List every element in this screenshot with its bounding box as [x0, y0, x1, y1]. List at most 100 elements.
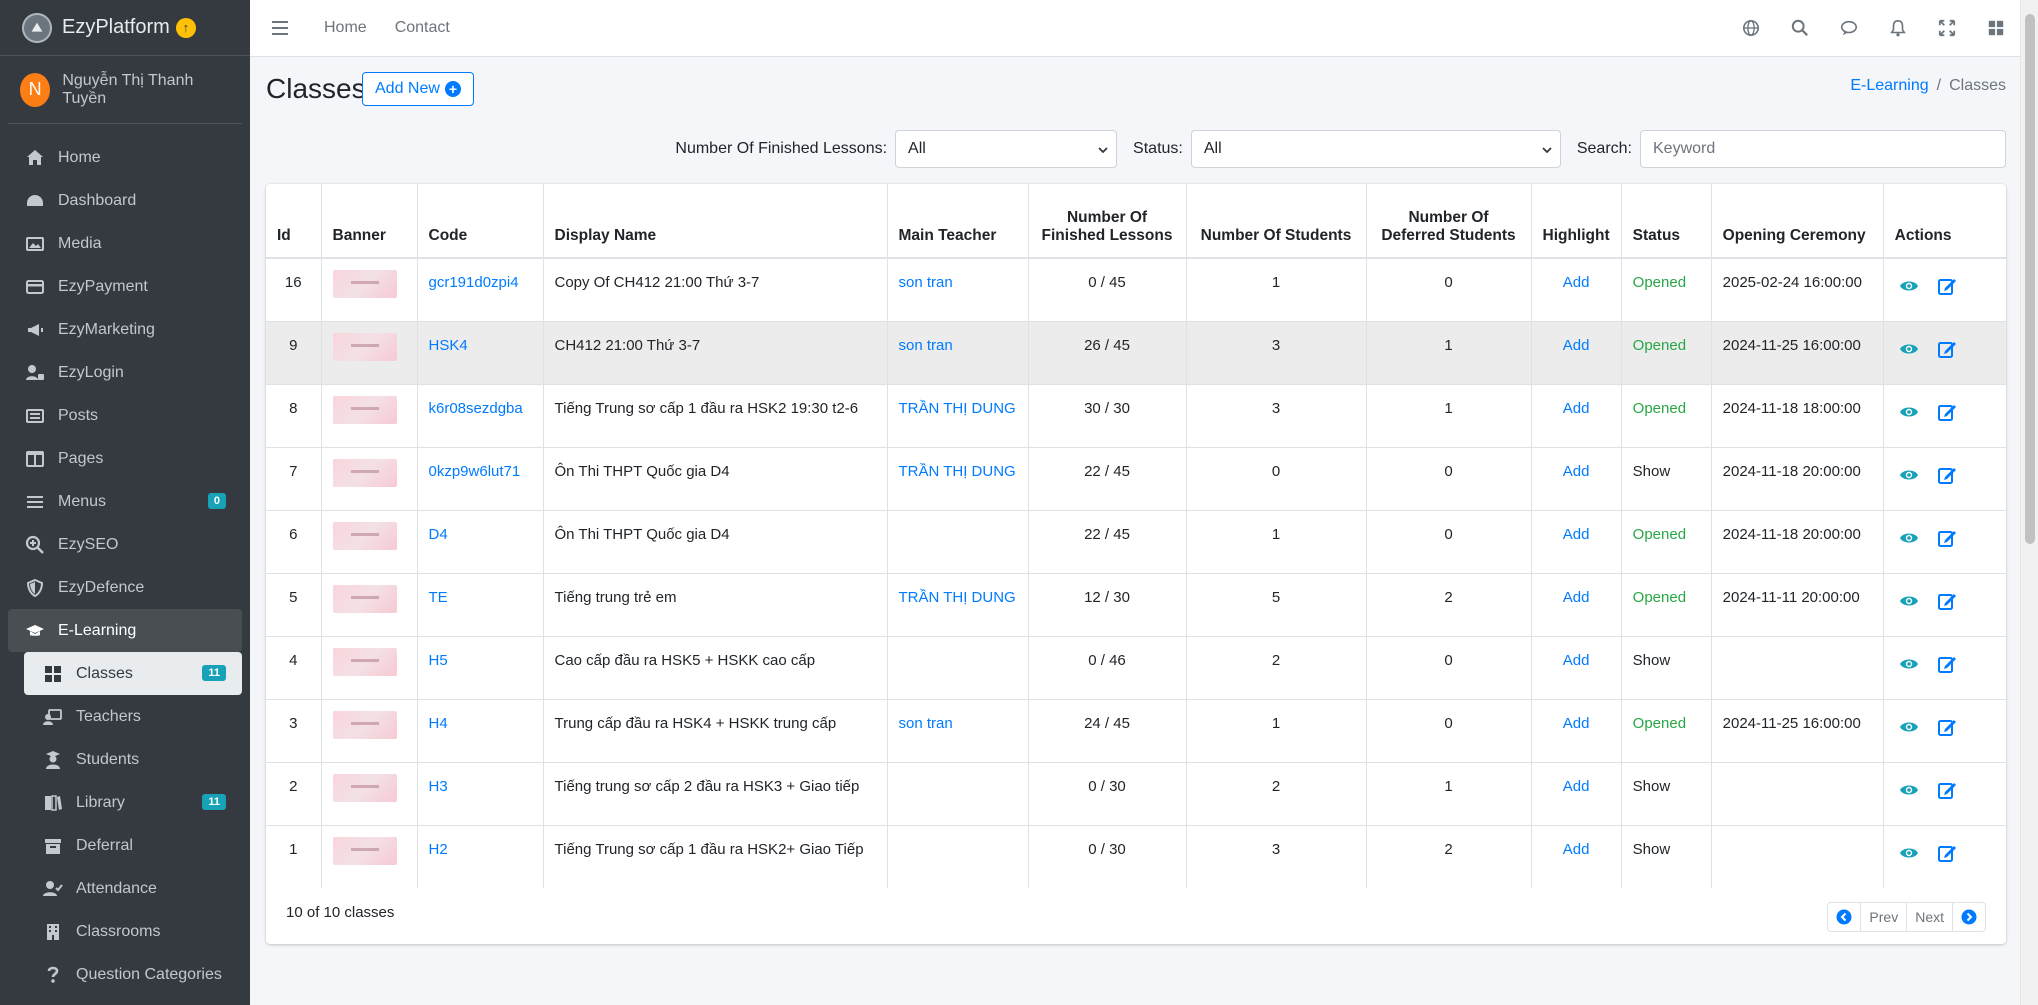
highlight-add-link[interactable]: Add: [1531, 824, 1622, 888]
banner-thumbnail[interactable]: [332, 458, 397, 487]
edit-icon[interactable]: [1937, 591, 1957, 615]
eye-icon[interactable]: [1899, 843, 1919, 867]
sidebar-item-ezydefence[interactable]: EzyDefence: [8, 566, 242, 609]
sidebar-item-pages[interactable]: Pages: [8, 437, 242, 480]
cell-code-link[interactable]: TE: [417, 572, 544, 636]
eye-icon[interactable]: [1899, 339, 1919, 363]
cell-main-teacher-link[interactable]: TRẦN THỊ DUNG: [887, 572, 1029, 636]
sidebar-item-dashboard[interactable]: Dashboard: [8, 179, 242, 222]
cell-main-teacher-link[interactable]: son tran: [887, 320, 1029, 384]
breadcrumb-elearning-link[interactable]: E-Learning: [1850, 77, 1928, 94]
edit-icon[interactable]: [1937, 654, 1957, 678]
finished-lessons-select[interactable]: All: [895, 130, 1118, 168]
eye-icon[interactable]: [1899, 528, 1919, 552]
eye-icon[interactable]: [1899, 591, 1919, 615]
edit-icon[interactable]: [1937, 465, 1957, 489]
sidebar-item-media[interactable]: Media: [8, 222, 242, 265]
sidebar-item-question-categories[interactable]: Question Categories: [24, 953, 242, 996]
page-scrollbar[interactable]: [2020, 0, 2038, 1005]
highlight-add-link[interactable]: Add: [1531, 320, 1622, 384]
search-icon[interactable]: [1775, 0, 1824, 56]
col-finished-lessons[interactable]: Number Of Finished Lessons: [1028, 184, 1187, 259]
sidebar-item-menus[interactable]: Menus 0: [8, 480, 242, 523]
menu-toggle-button[interactable]: [250, 0, 310, 56]
sidebar-item-e-learning[interactable]: E-Learning: [8, 609, 242, 652]
sidebar-item-home[interactable]: Home: [8, 136, 242, 179]
banner-thumbnail[interactable]: [332, 584, 397, 613]
banner-thumbnail[interactable]: [332, 521, 397, 550]
col-main-teacher[interactable]: Main Teacher: [887, 184, 1029, 259]
sidebar-item-attendance[interactable]: Attendance: [24, 867, 242, 910]
topnav-home-link[interactable]: Home: [310, 19, 381, 37]
user-panel[interactable]: N Nguyễn Thị Thanh Tuyền: [8, 56, 242, 124]
cell-main-teacher-link[interactable]: son tran: [887, 698, 1029, 762]
first-page-button[interactable]: [1828, 903, 1862, 931]
highlight-add-link[interactable]: Add: [1531, 383, 1622, 447]
next-page-button[interactable]: Next: [1907, 903, 1953, 931]
eye-icon[interactable]: [1899, 717, 1919, 741]
col-highlight[interactable]: Highlight: [1531, 184, 1622, 259]
col-display-name[interactable]: Display Name: [543, 184, 888, 259]
edit-icon[interactable]: [1937, 402, 1957, 426]
sidebar-item-classes[interactable]: Classes 11: [24, 652, 242, 695]
sidebar-item-ezyseo[interactable]: EzySEO: [8, 523, 242, 566]
sidebar-item-students[interactable]: Students: [24, 738, 242, 781]
sidebar-item-library[interactable]: Library 11: [24, 781, 242, 824]
prev-page-button[interactable]: Prev: [1861, 903, 1908, 931]
col-students[interactable]: Number Of Students: [1186, 184, 1367, 259]
scrollbar-thumb[interactable]: [2025, 14, 2035, 544]
col-code[interactable]: Code: [417, 184, 544, 259]
fullscreen-icon[interactable]: [1922, 0, 1971, 56]
globe-icon[interactable]: [1726, 0, 1775, 56]
status-select[interactable]: All: [1190, 130, 1561, 168]
edit-icon[interactable]: [1937, 276, 1957, 300]
edit-icon[interactable]: [1937, 780, 1957, 804]
cell-code-link[interactable]: gcr191d0zpi4: [417, 257, 544, 321]
brand[interactable]: EzyPlatform ↑: [0, 0, 250, 56]
sidebar-item-ezymarketing[interactable]: EzyMarketing: [8, 308, 242, 351]
eye-icon[interactable]: [1899, 654, 1919, 678]
bell-icon[interactable]: [1873, 0, 1922, 56]
sidebar-item-deferral[interactable]: Deferral: [24, 824, 242, 867]
cell-code-link[interactable]: H2: [417, 824, 544, 888]
banner-thumbnail[interactable]: [332, 332, 397, 361]
banner-thumbnail[interactable]: [332, 270, 397, 298]
edit-icon[interactable]: [1937, 339, 1957, 363]
col-status[interactable]: Status: [1621, 184, 1712, 259]
comments-icon[interactable]: [1824, 0, 1873, 56]
highlight-add-link[interactable]: Add: [1531, 257, 1622, 321]
cell-code-link[interactable]: 0kzp9w6lut71: [417, 446, 544, 510]
banner-thumbnail[interactable]: [332, 395, 397, 424]
cell-code-link[interactable]: D4: [417, 509, 544, 573]
highlight-add-link[interactable]: Add: [1531, 635, 1622, 699]
sidebar-item-posts[interactable]: Posts: [8, 394, 242, 437]
search-input[interactable]: [1640, 130, 2006, 168]
highlight-add-link[interactable]: Add: [1531, 446, 1622, 510]
banner-thumbnail[interactable]: [332, 836, 397, 865]
col-deferred[interactable]: Number Of Deferred Students: [1366, 184, 1532, 259]
cell-code-link[interactable]: H4: [417, 698, 544, 762]
highlight-add-link[interactable]: Add: [1531, 698, 1622, 762]
sidebar-item-classrooms[interactable]: Classrooms: [24, 910, 242, 953]
cell-main-teacher-link[interactable]: TRẦN THỊ DUNG: [887, 446, 1029, 510]
cell-code-link[interactable]: k6r08sezdgba: [417, 383, 544, 447]
upgrade-icon[interactable]: ↑: [175, 17, 196, 38]
highlight-add-link[interactable]: Add: [1531, 509, 1622, 573]
banner-thumbnail[interactable]: [332, 773, 397, 802]
cell-code-link[interactable]: H5: [417, 635, 544, 699]
edit-icon[interactable]: [1937, 843, 1957, 867]
banner-thumbnail[interactable]: [332, 647, 397, 676]
cell-main-teacher-link[interactable]: TRẦN THỊ DUNG: [887, 383, 1029, 447]
sidebar-item-ezypayment[interactable]: EzyPayment: [8, 265, 242, 308]
edit-icon[interactable]: [1937, 528, 1957, 552]
topnav-contact-link[interactable]: Contact: [381, 19, 464, 37]
eye-icon[interactable]: [1899, 465, 1919, 489]
eye-icon[interactable]: [1899, 276, 1919, 300]
eye-icon[interactable]: [1899, 780, 1919, 804]
col-opening-ceremony[interactable]: Opening Ceremony: [1711, 184, 1884, 259]
grid-icon[interactable]: [1971, 0, 2020, 56]
last-page-button[interactable]: [1953, 903, 1985, 931]
cell-main-teacher-link[interactable]: son tran: [887, 257, 1029, 321]
highlight-add-link[interactable]: Add: [1531, 572, 1622, 636]
highlight-add-link[interactable]: Add: [1531, 761, 1622, 825]
